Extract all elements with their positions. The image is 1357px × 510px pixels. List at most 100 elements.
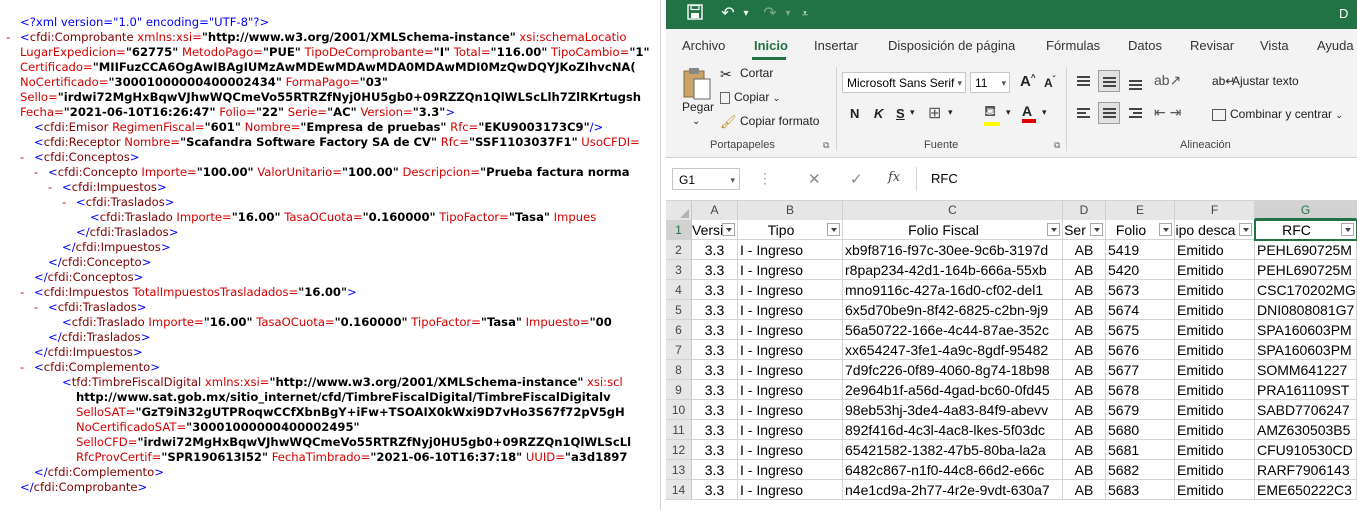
row-header[interactable]: 12: [666, 440, 692, 460]
customize-toolbar-icon[interactable]: ⩡: [798, 4, 812, 24]
align-bottom-icon[interactable]: [1124, 70, 1146, 92]
table-cell[interactable]: AB: [1063, 400, 1106, 420]
tab-datos[interactable]: Datos: [1128, 38, 1162, 53]
table-cell[interactable]: Emitido: [1175, 380, 1255, 400]
indent-icon[interactable]: ⇤ ⇥: [1154, 104, 1181, 121]
table-cell[interactable]: EME650222C3: [1255, 480, 1357, 500]
table-header-cell[interactable]: Tipo: [738, 220, 843, 240]
table-cell[interactable]: I - Ingreso: [738, 300, 843, 320]
borders-dropdown-icon[interactable]: ▾: [948, 107, 953, 118]
align-right-icon[interactable]: [1124, 102, 1146, 124]
undo-icon[interactable]: ↶: [716, 4, 740, 24]
formula-input[interactable]: RFC: [916, 167, 1357, 191]
table-cell[interactable]: AB: [1063, 460, 1106, 480]
tab-disposicion[interactable]: Disposición de página: [888, 38, 1015, 53]
table-cell[interactable]: 3.3: [692, 360, 738, 380]
row-header[interactable]: 8: [666, 360, 692, 380]
table-cell[interactable]: 5673: [1106, 280, 1175, 300]
table-cell[interactable]: 98eb53hj-3de4-4a83-84f9-abevv: [843, 400, 1063, 420]
table-cell[interactable]: I - Ingreso: [738, 380, 843, 400]
align-top-icon[interactable]: [1072, 70, 1094, 92]
table-cell[interactable]: CFU910530CD: [1255, 440, 1357, 460]
table-header-cell[interactable]: Versi: [692, 220, 738, 240]
table-header-cell[interactable]: Folio: [1106, 220, 1175, 240]
table-cell[interactable]: DNI0808081G7: [1255, 300, 1357, 320]
table-cell[interactable]: xb9f8716-f97c-30ee-9c6b-3197d: [843, 240, 1063, 260]
table-cell[interactable]: I - Ingreso: [738, 360, 843, 380]
filter-dropdown-icon[interactable]: [827, 223, 840, 236]
filter-dropdown-icon[interactable]: [1159, 223, 1172, 236]
table-cell[interactable]: 3.3: [692, 320, 738, 340]
font-size-select[interactable]: 11 ▾: [970, 72, 1010, 93]
paste-dropdown-icon[interactable]: ⌄: [692, 116, 700, 127]
table-cell[interactable]: 5679: [1106, 400, 1175, 420]
table-cell[interactable]: PRA161109ST: [1255, 380, 1357, 400]
table-cell[interactable]: I - Ingreso: [738, 280, 843, 300]
wrap-text-button[interactable]: ab↵Ajustar texto: [1212, 74, 1299, 90]
column-header-d[interactable]: D: [1063, 201, 1106, 220]
decrease-font-icon[interactable]: Aˇ: [1044, 75, 1055, 90]
table-cell[interactable]: I - Ingreso: [738, 240, 843, 260]
column-header-g[interactable]: G: [1255, 201, 1357, 220]
table-cell[interactable]: AB: [1063, 340, 1106, 360]
table-cell[interactable]: Emitido: [1175, 340, 1255, 360]
table-cell[interactable]: 6x5d70be9n-8f42-6825-c2bn-9j9: [843, 300, 1063, 320]
row-header[interactable]: 5: [666, 300, 692, 320]
table-cell[interactable]: 3.3: [692, 400, 738, 420]
column-header-c[interactable]: C: [843, 201, 1063, 220]
collapse-toggle[interactable]: -: [20, 285, 34, 300]
font-launcher-icon[interactable]: ⧉: [1054, 140, 1060, 151]
collapse-toggle[interactable]: -: [48, 180, 62, 195]
tab-insertar[interactable]: Insertar: [814, 38, 858, 53]
table-cell[interactable]: 5683: [1106, 480, 1175, 500]
collapse-toggle[interactable]: -: [20, 150, 34, 165]
table-cell[interactable]: Emitido: [1175, 420, 1255, 440]
enter-icon[interactable]: ✓: [850, 170, 863, 188]
table-cell[interactable]: I - Ingreso: [738, 480, 843, 500]
column-header-e[interactable]: E: [1106, 201, 1175, 220]
tab-vista[interactable]: Vista: [1260, 38, 1289, 53]
copy-button[interactable]: Copiar ⌄: [720, 90, 780, 104]
table-cell[interactable]: AB: [1063, 480, 1106, 500]
cut-button[interactable]: ✂ Cortar: [720, 66, 773, 82]
table-cell[interactable]: 3.3: [692, 240, 738, 260]
collapse-toggle[interactable]: -: [62, 195, 76, 210]
table-cell[interactable]: xx654247-3fe1-4a9c-8gdf-95482: [843, 340, 1063, 360]
redo-dropdown-icon[interactable]: ▾: [782, 4, 794, 24]
cancel-icon[interactable]: ✕: [808, 170, 821, 188]
row-header[interactable]: 3: [666, 260, 692, 280]
underline-dropdown-icon[interactable]: ▾: [910, 107, 915, 118]
table-cell[interactable]: 5677: [1106, 360, 1175, 380]
table-cell[interactable]: AMZ630503B5: [1255, 420, 1357, 440]
table-cell[interactable]: 3.3: [692, 480, 738, 500]
orientation-icon[interactable]: ab↗: [1154, 72, 1181, 89]
collapse-toggle[interactable]: -: [6, 30, 20, 45]
column-header-b[interactable]: B: [738, 201, 843, 220]
table-cell[interactable]: RARF7906143: [1255, 460, 1357, 480]
table-cell[interactable]: Emitido: [1175, 480, 1255, 500]
table-cell[interactable]: AB: [1063, 280, 1106, 300]
table-cell[interactable]: AB: [1063, 440, 1106, 460]
select-all-corner[interactable]: [666, 201, 692, 220]
table-cell[interactable]: 5682: [1106, 460, 1175, 480]
align-center-icon[interactable]: [1098, 102, 1120, 124]
borders-icon[interactable]: ⊞: [928, 103, 941, 123]
table-cell[interactable]: I - Ingreso: [738, 440, 843, 460]
table-cell[interactable]: I - Ingreso: [738, 420, 843, 440]
table-cell[interactable]: I - Ingreso: [738, 460, 843, 480]
paste-icon[interactable]: [681, 67, 717, 101]
insert-function-icon[interactable]: fx: [888, 170, 900, 185]
table-cell[interactable]: 5419: [1106, 240, 1175, 260]
table-cell[interactable]: 3.3: [692, 460, 738, 480]
table-cell[interactable]: 5675: [1106, 320, 1175, 340]
font-color-icon[interactable]: A: [1022, 103, 1036, 123]
filter-dropdown-icon[interactable]: [1047, 223, 1060, 236]
table-cell[interactable]: SPA160603PM: [1255, 340, 1357, 360]
table-cell[interactable]: I - Ingreso: [738, 340, 843, 360]
table-cell[interactable]: 5676: [1106, 340, 1175, 360]
table-cell[interactable]: 3.3: [692, 340, 738, 360]
table-header-cell[interactable]: RFC: [1255, 220, 1357, 240]
table-cell[interactable]: 3.3: [692, 300, 738, 320]
row-header[interactable]: 14: [666, 480, 692, 500]
table-cell[interactable]: PEHL690725M: [1255, 240, 1357, 260]
